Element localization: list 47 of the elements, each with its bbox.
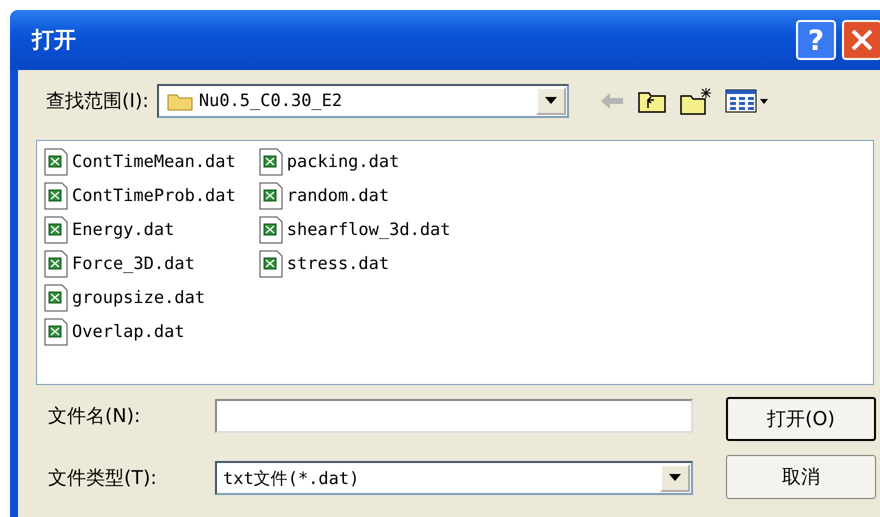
file-name: ContTimeProb.dat [72,186,236,206]
file-icon [43,318,69,346]
file-type-dropdown[interactable]: txt文件(*.dat) [215,461,693,495]
file-name: packing.dat [286,152,400,172]
file-icon [43,250,69,278]
dropdown-button[interactable] [660,464,690,492]
close-icon [850,28,874,52]
caret-icon [669,474,681,482]
new-folder-button[interactable] [678,86,713,116]
file-name: ContTimeMean.dat [72,152,236,172]
file-icon [258,182,284,210]
file-name-label: 文件名(N): [47,404,142,429]
file-item[interactable]: Force_3D.dat [43,247,236,281]
file-type-label: 文件类型(T): [47,466,158,491]
file-item[interactable]: ContTimeMean.dat [43,145,236,179]
look-in-label: 查找范围(I): [46,89,149,114]
file-item[interactable]: groupsize.dat [43,281,236,315]
file-item[interactable]: Overlap.dat [43,315,236,349]
file-name: shearflow_3d.dat [286,220,451,240]
close-button[interactable] [842,20,880,60]
cancel-button[interactable]: 取消 [726,455,876,499]
file-icon [258,216,284,244]
file-icon [43,216,69,244]
look-in-dropdown[interactable]: Nu0.5_C0.30_E2 [156,84,569,118]
file-icon [258,250,284,278]
file-item[interactable]: Energy.dat [43,213,236,247]
file-name-field[interactable] [215,399,693,433]
file-icon [258,148,284,176]
dropdown-button[interactable] [536,87,566,115]
file-icon [43,182,69,210]
file-name: stress.dat [286,254,390,274]
file-name: Energy.dat [72,220,174,240]
caret-icon [544,97,557,105]
file-name: groupsize.dat [72,288,206,308]
file-icon [43,148,69,176]
open-button[interactable]: 打开(O) [726,397,876,441]
help-button[interactable]: ? [796,20,836,60]
file-name: Overlap.dat [72,322,185,342]
file-item[interactable]: ContTimeProb.dat [43,179,236,213]
file-name: Force_3D.dat [72,254,195,274]
file-item[interactable]: shearflow_3d.dat [258,213,451,247]
file-item[interactable]: stress.dat [258,247,451,281]
file-icon [43,284,69,312]
file-item[interactable]: packing.dat [258,145,451,179]
window-title: 打开 [32,27,77,55]
file-item[interactable]: random.dat [258,179,451,213]
file-name: random.dat [286,186,390,206]
